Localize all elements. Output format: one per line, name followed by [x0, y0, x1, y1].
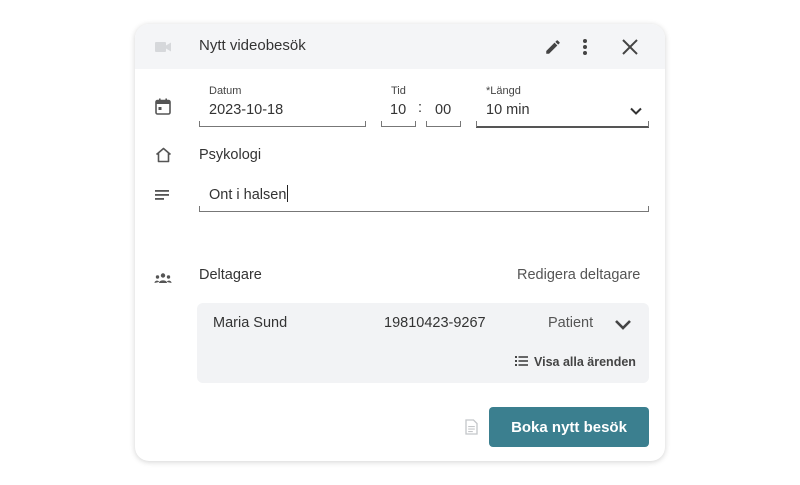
expand-chevron-icon[interactable] [614, 318, 632, 336]
calendar-icon [155, 98, 171, 120]
time-hour[interactable]: 10 [390, 102, 406, 118]
new-video-visit-dialog: Nytt videobesök Datum 2023-10-18 Tid 10 … [135, 24, 665, 461]
participants-label: Deltagare [199, 267, 262, 283]
date-label: Datum [209, 85, 242, 97]
participant-card: Maria Sund 19810423-9267 Patient Visa al… [197, 303, 649, 383]
dialog-header: Nytt videobesök [135, 24, 665, 69]
time-minute[interactable]: 00 [435, 102, 451, 118]
close-icon[interactable] [618, 35, 642, 59]
time-separator: : [418, 100, 423, 116]
group-icon [154, 270, 172, 288]
reason-text: Ont i halsen [209, 187, 287, 203]
reason-input[interactable]: Ont i halsen [209, 185, 289, 203]
edit-participants-link[interactable]: Redigera deltagare [517, 267, 640, 283]
notes-icon [155, 188, 170, 206]
participant-name: Maria Sund [213, 315, 288, 331]
time-label: Tid [391, 85, 406, 97]
show-all-cases-link[interactable]: Visa alla ärenden [515, 353, 636, 371]
time-hour-underline [381, 126, 416, 127]
time-minute-underline [426, 126, 461, 127]
document-icon[interactable] [465, 419, 478, 440]
more-vert-icon[interactable] [575, 35, 595, 59]
date-underline [199, 126, 366, 127]
text-cursor [287, 185, 289, 202]
chevron-down-icon[interactable] [630, 102, 642, 120]
length-value[interactable]: 10 min [486, 102, 530, 118]
reason-underline [199, 211, 649, 212]
show-all-cases-label: Visa alla ärenden [534, 355, 636, 369]
edit-pencil-icon[interactable] [541, 35, 565, 59]
participant-role: Patient [548, 315, 594, 331]
list-icon [515, 353, 528, 371]
book-visit-button[interactable]: Boka nytt besök [489, 407, 649, 447]
length-label: *Längd [486, 85, 521, 97]
video-icon [155, 40, 171, 58]
length-underline [476, 126, 649, 128]
date-value[interactable]: 2023-10-18 [209, 102, 283, 118]
participant-id: 19810423-9267 [384, 315, 486, 331]
care-unit: Psykologi [199, 147, 262, 163]
home-icon [155, 147, 172, 168]
dialog-title: Nytt videobesök [199, 37, 306, 54]
